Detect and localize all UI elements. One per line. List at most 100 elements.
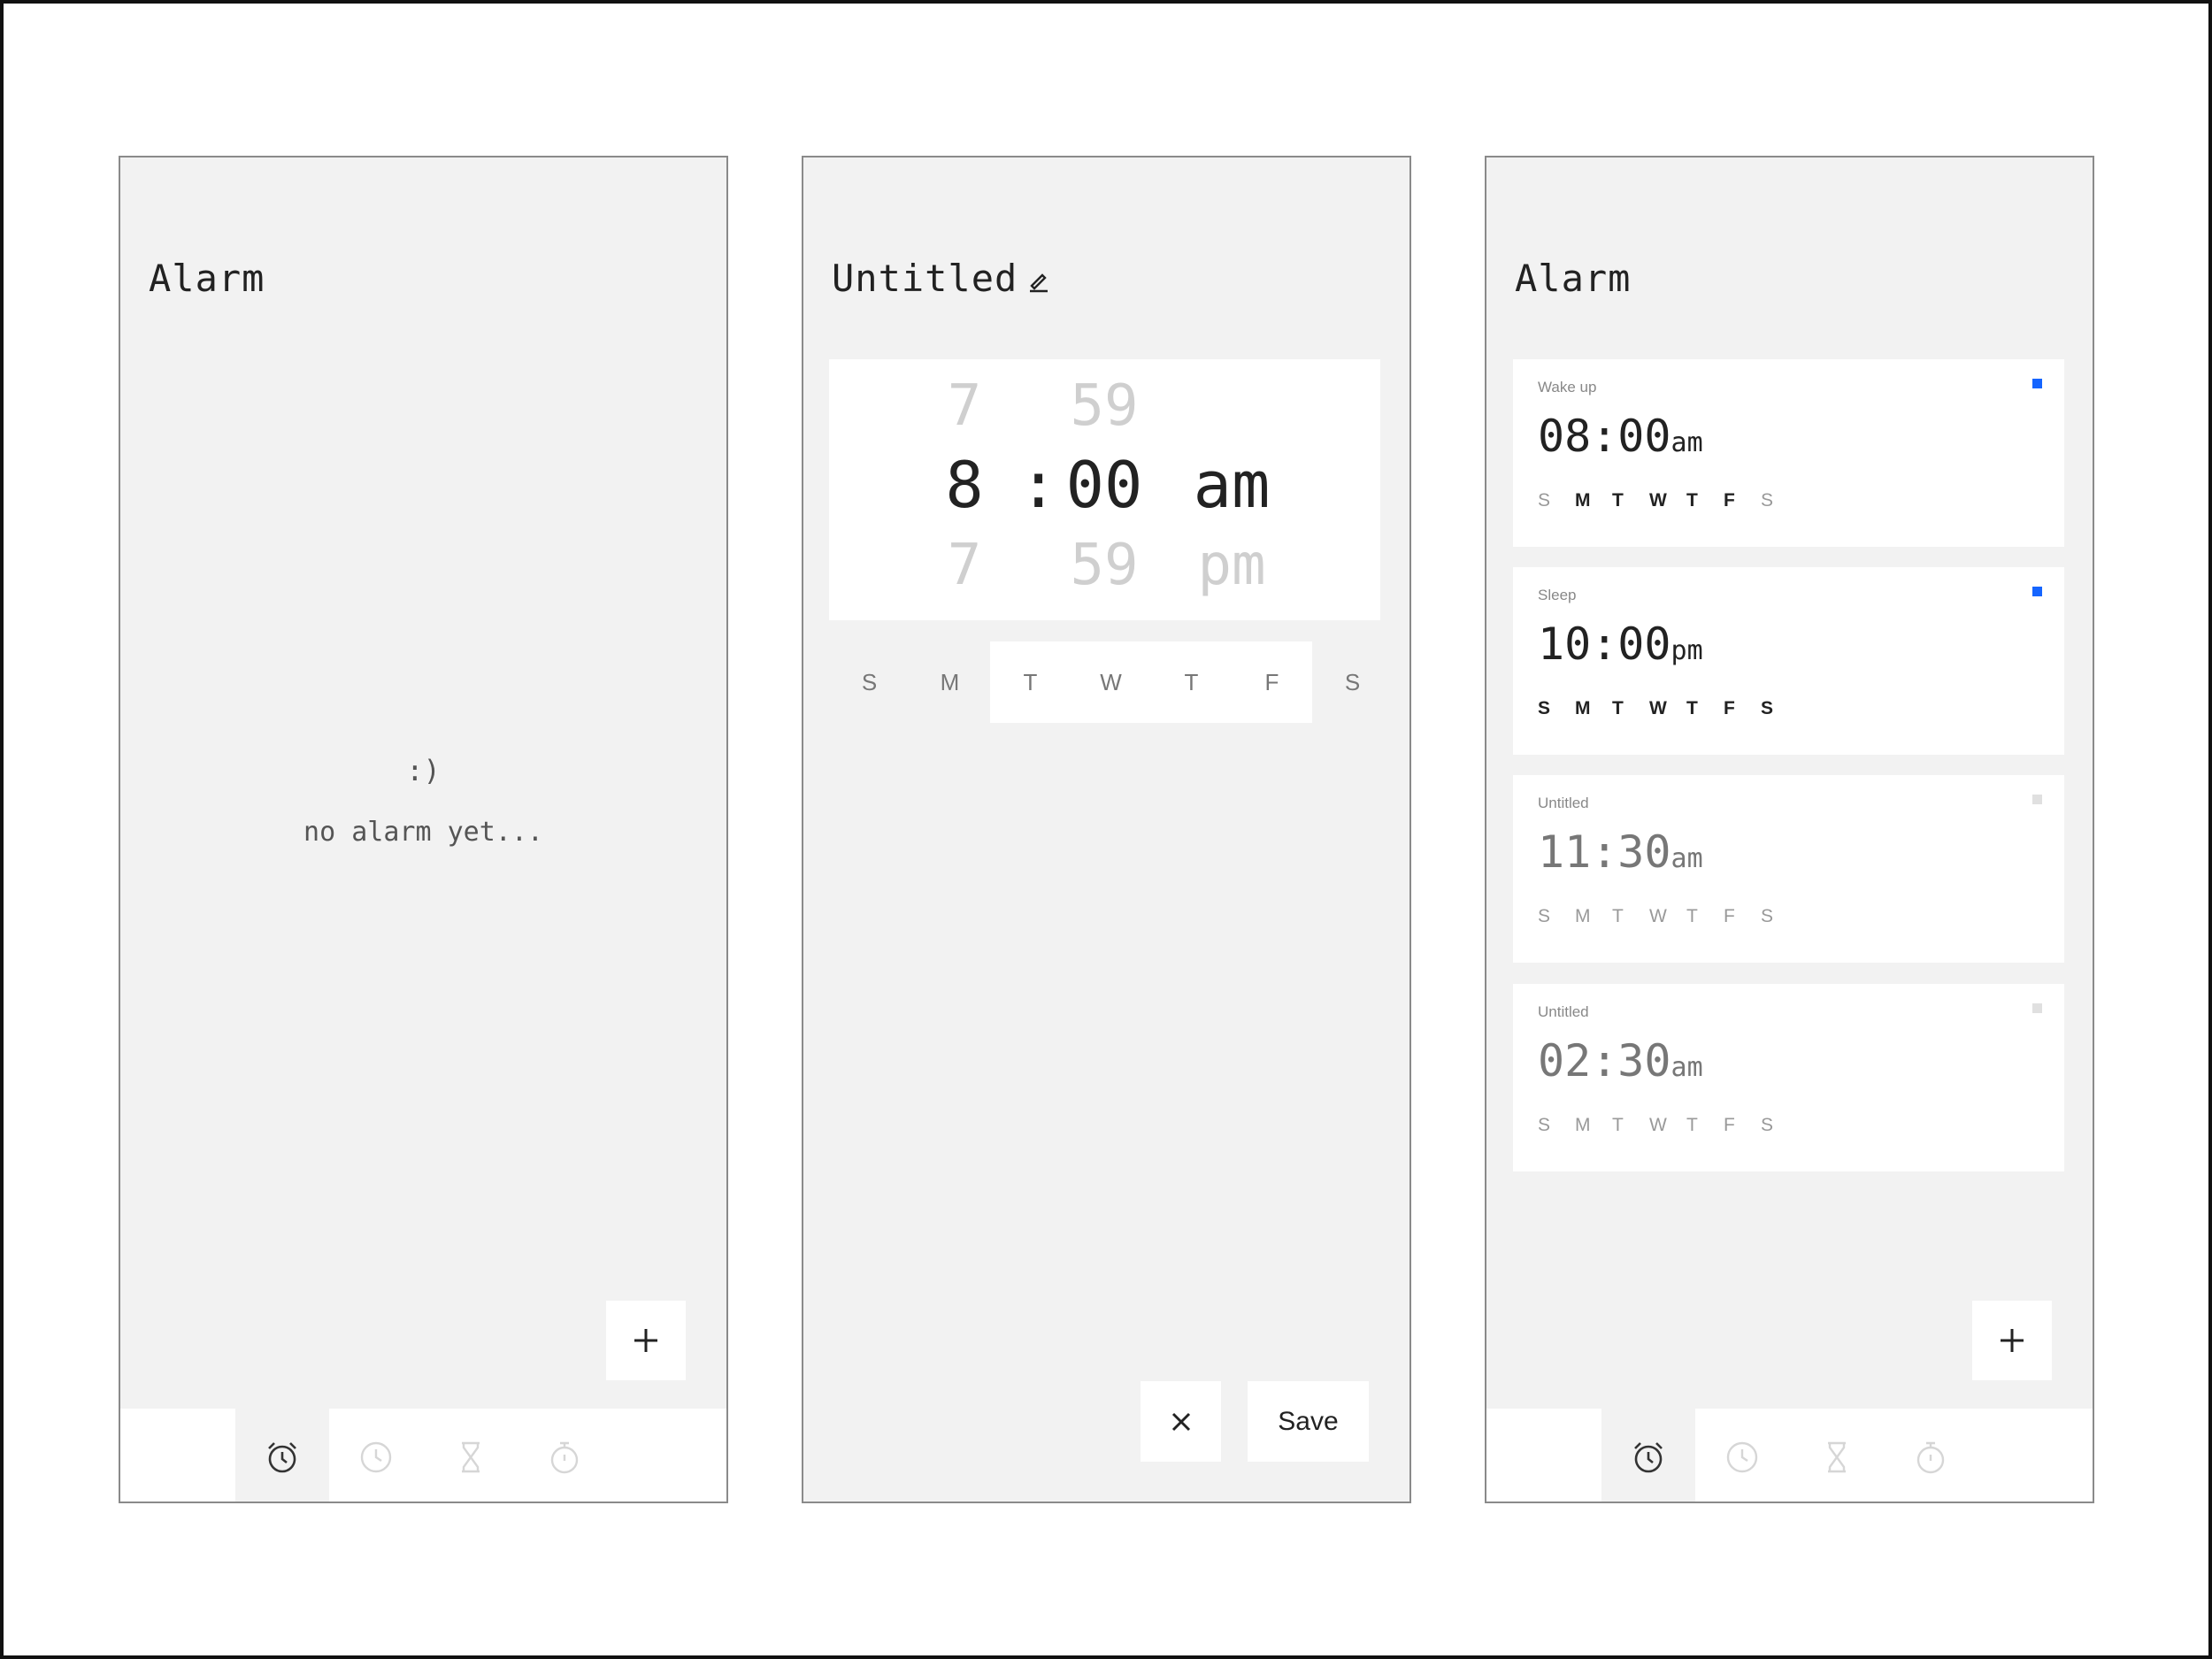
tab-timer[interactable] bbox=[1790, 1409, 1884, 1502]
alarm-day: W bbox=[1649, 906, 1667, 926]
alarm-time-value: 10:00 bbox=[1538, 618, 1671, 670]
alarm-card[interactable]: Untitled 11:30am S M T W T F S bbox=[1513, 775, 2064, 963]
alarm-period: pm bbox=[1671, 635, 1703, 666]
alarm-day: S bbox=[1538, 1115, 1551, 1135]
alarm-period: am bbox=[1671, 843, 1703, 874]
alarm-clock-icon bbox=[1634, 1441, 1663, 1472]
alarm-label: Untitled bbox=[1538, 1003, 1589, 1020]
time-picker[interactable]: 7 59 8 : 00 am 7 59 pm bbox=[829, 359, 1380, 620]
page-title: Alarm bbox=[149, 257, 265, 300]
alarm-disabled-indicator[interactable] bbox=[2032, 1003, 2042, 1013]
alarm-editor-screen: Untitled 7 59 8 : 00 am 7 59 pm S M T W … bbox=[802, 156, 1411, 1503]
alarm-card[interactable]: Sleep 10:00pm S M T W T F S bbox=[1513, 567, 2064, 755]
alarm-day: T bbox=[1686, 1115, 1698, 1135]
tab-bar bbox=[1486, 1409, 2093, 1502]
alarm-day: T bbox=[1612, 906, 1624, 926]
alarm-day: S bbox=[1761, 490, 1774, 511]
alarm-time-value: 08:00 bbox=[1538, 411, 1671, 462]
hourglass-icon bbox=[462, 1441, 480, 1472]
add-alarm-button[interactable] bbox=[1972, 1301, 2052, 1380]
alarm-day: T bbox=[1612, 698, 1624, 718]
alarm-name-text: Untitled bbox=[832, 257, 1018, 300]
alarm-label: Untitled bbox=[1538, 795, 1589, 811]
alarm-period: am bbox=[1671, 427, 1703, 458]
alarm-time: 11:30am bbox=[1538, 826, 1703, 878]
hour-selected[interactable]: 8 bbox=[933, 448, 995, 522]
alarm-day: S bbox=[1761, 1115, 1774, 1135]
clock-icon bbox=[1726, 1441, 1758, 1472]
alarm-day: S bbox=[1761, 698, 1774, 718]
stopwatch-icon bbox=[550, 1441, 579, 1473]
hourglass-icon bbox=[1828, 1441, 1846, 1472]
alarm-day: W bbox=[1649, 698, 1667, 718]
minute-option-below[interactable]: 59 bbox=[1047, 533, 1162, 598]
day-toggle-tuesday[interactable]: T bbox=[990, 641, 1071, 723]
alarm-enabled-indicator[interactable] bbox=[2032, 379, 2042, 388]
alarm-day: S bbox=[1538, 698, 1551, 718]
add-alarm-button[interactable] bbox=[606, 1301, 686, 1380]
day-toggle-sunday[interactable]: S bbox=[829, 641, 910, 723]
day-toggle-saturday[interactable]: S bbox=[1312, 641, 1393, 723]
tab-stopwatch[interactable] bbox=[1884, 1409, 1978, 1502]
period-option-below[interactable]: pm bbox=[1174, 533, 1289, 598]
plus-icon bbox=[634, 1329, 657, 1352]
alarm-day: T bbox=[1612, 490, 1624, 511]
hour-option-above[interactable]: 7 bbox=[933, 373, 995, 439]
alarm-day: W bbox=[1649, 490, 1667, 511]
alarm-day: T bbox=[1686, 906, 1698, 926]
alarm-enabled-indicator[interactable] bbox=[2032, 587, 2042, 596]
day-toggle-wednesday[interactable]: W bbox=[1071, 641, 1151, 723]
alarm-list-screen: Alarm Wake up 08:00am S M T W T F S Slee… bbox=[1485, 156, 2094, 1503]
tab-alarm[interactable] bbox=[235, 1409, 329, 1502]
day-toggle-friday[interactable]: F bbox=[1232, 641, 1312, 723]
tab-clock[interactable] bbox=[1695, 1409, 1789, 1502]
alarm-day: S bbox=[1538, 490, 1551, 511]
empty-state-message: no alarm yet... bbox=[303, 817, 543, 848]
alarm-day: F bbox=[1724, 698, 1735, 718]
alarm-day: M bbox=[1575, 906, 1591, 926]
tab-timer[interactable] bbox=[424, 1409, 518, 1502]
alarm-time: 02:30am bbox=[1538, 1035, 1703, 1087]
alarm-card[interactable]: Wake up 08:00am S M T W T F S bbox=[1513, 359, 2064, 547]
tab-bar bbox=[120, 1409, 726, 1502]
alarm-time-value: 11:30 bbox=[1538, 826, 1671, 878]
repeat-day-selector: S M T W T F S bbox=[829, 641, 1393, 723]
alarm-time: 08:00am bbox=[1538, 411, 1703, 462]
alarm-list-empty-screen: Alarm :) no alarm yet... bbox=[119, 156, 728, 1503]
alarm-disabled-indicator[interactable] bbox=[2032, 795, 2042, 804]
plus-icon bbox=[2001, 1329, 2024, 1352]
alarm-day: F bbox=[1724, 1115, 1735, 1135]
alarm-label: Sleep bbox=[1538, 587, 1577, 603]
alarm-time-value: 02:30 bbox=[1538, 1035, 1671, 1087]
cancel-button[interactable] bbox=[1141, 1381, 1221, 1462]
alarm-day: S bbox=[1538, 906, 1551, 926]
minute-option-above[interactable]: 59 bbox=[1047, 373, 1162, 439]
alarm-day: S bbox=[1761, 906, 1774, 926]
alarm-day: F bbox=[1724, 906, 1735, 926]
alarm-card[interactable]: Untitled 02:30am S M T W T F S bbox=[1513, 984, 2064, 1171]
tab-alarm[interactable] bbox=[1601, 1409, 1695, 1502]
alarm-day: M bbox=[1575, 490, 1591, 511]
alarm-day: M bbox=[1575, 1115, 1591, 1135]
hour-option-below[interactable]: 7 bbox=[933, 533, 995, 598]
alarm-day: T bbox=[1686, 490, 1698, 511]
day-toggle-monday[interactable]: M bbox=[910, 641, 990, 723]
minute-selected[interactable]: 00 bbox=[1047, 448, 1162, 522]
alarm-period: am bbox=[1671, 1052, 1703, 1083]
alarm-day: T bbox=[1686, 698, 1698, 718]
alarm-label: Wake up bbox=[1538, 379, 1597, 396]
day-toggle-thursday[interactable]: T bbox=[1151, 641, 1232, 723]
save-button[interactable]: Save bbox=[1248, 1381, 1369, 1462]
period-selected[interactable]: am bbox=[1174, 448, 1289, 522]
alarm-day: F bbox=[1724, 490, 1735, 511]
alarm-name-title[interactable]: Untitled bbox=[832, 257, 1051, 300]
time-separator: : bbox=[1019, 448, 1058, 522]
empty-state-emoticon: :) bbox=[406, 754, 441, 787]
alarm-clock-icon bbox=[268, 1441, 296, 1472]
pencil-icon[interactable] bbox=[1026, 268, 1051, 293]
tab-clock[interactable] bbox=[329, 1409, 423, 1502]
stopwatch-icon bbox=[1916, 1441, 1945, 1473]
alarm-day: M bbox=[1575, 698, 1591, 718]
tab-stopwatch[interactable] bbox=[518, 1409, 611, 1502]
clock-icon bbox=[360, 1441, 392, 1472]
